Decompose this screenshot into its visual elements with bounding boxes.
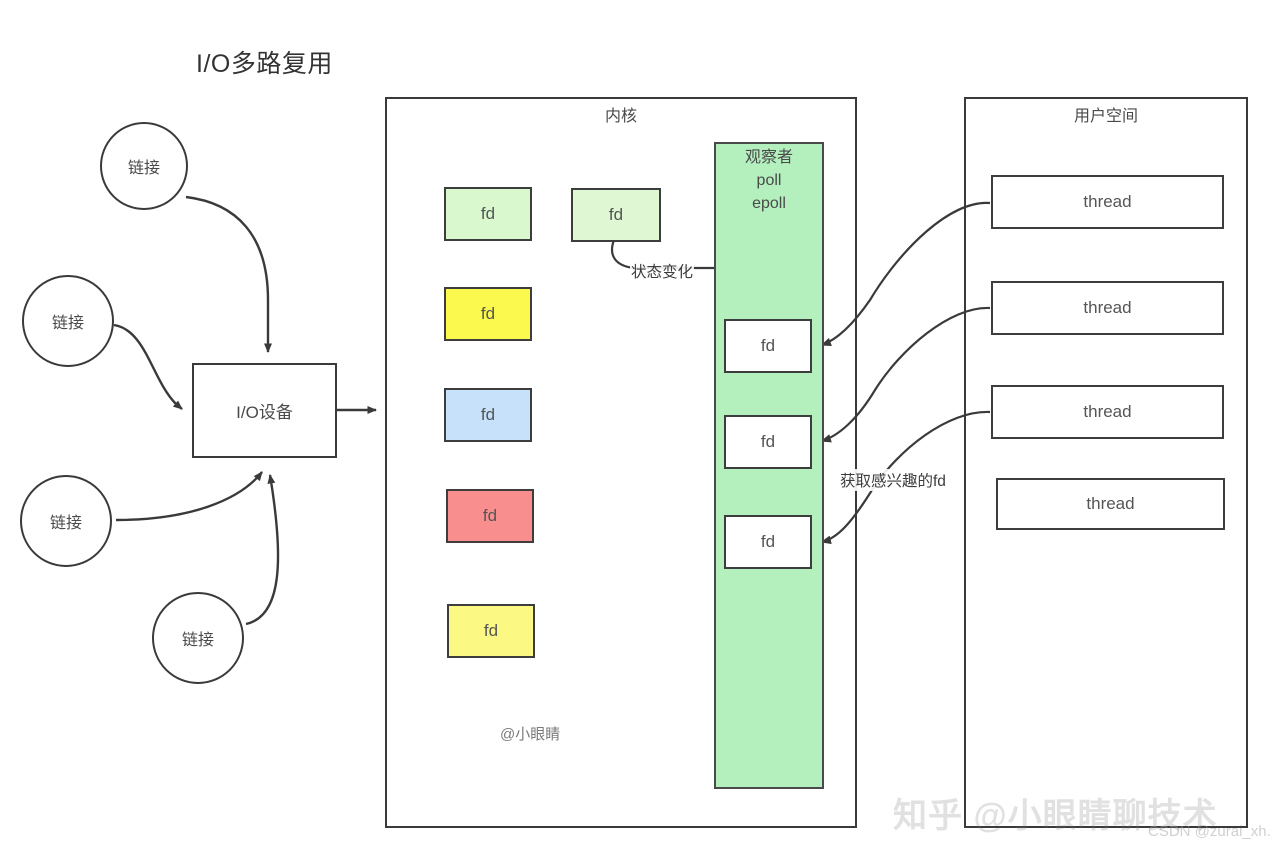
observer-fd-box: fd [724, 319, 812, 373]
thread-label: thread [1086, 494, 1135, 513]
connection-label: 链接 [181, 632, 214, 649]
kernel-changed-fd-box: fd [571, 188, 661, 242]
connection-circle-4: 链接 [152, 592, 244, 684]
fd-label: fd [482, 506, 498, 525]
observer-header: 观察者 poll epoll [714, 146, 824, 216]
connection-label: 链接 [51, 315, 84, 332]
thread-box: thread [991, 385, 1224, 439]
thread-box: thread [996, 478, 1225, 530]
kernel-label: 内核 [604, 108, 637, 125]
connection-circle-1: 链接 [100, 122, 188, 210]
state-change-label: 状态变化 [630, 260, 695, 282]
kernel-fd-box: fd [447, 604, 535, 658]
csdn-watermark: CSDN @zurai_xh. [1148, 823, 1271, 840]
connection-label: 链接 [127, 160, 160, 177]
observer-fd-box: fd [724, 415, 812, 469]
io-device-box: I/O设备 [192, 363, 337, 458]
page-title: I/O多路复用 [196, 50, 333, 78]
observer-title: 观察者 [744, 149, 793, 166]
thread-label: thread [1083, 192, 1132, 211]
thread-label: thread [1083, 298, 1132, 317]
thread-box: thread [991, 175, 1224, 229]
fd-label: fd [480, 405, 496, 424]
fd-label: fd [480, 204, 496, 223]
kernel-fd-box: fd [444, 388, 532, 442]
fd-label: fd [760, 532, 776, 551]
author-tag: @小眼睛 [500, 726, 561, 743]
diagram-canvas: I/O多路复用 链接 链接 链接 链接 I/O设备 内核 fd fd fd fd… [0, 0, 1282, 847]
connection-circle-2: 链接 [22, 275, 114, 367]
kernel-fd-box: fd [444, 287, 532, 341]
fd-label: fd [608, 205, 624, 224]
kernel-fd-box: fd [444, 187, 532, 241]
fd-label: fd [483, 621, 499, 640]
fd-label: fd [760, 336, 776, 355]
kernel-fd-box: fd [446, 489, 534, 543]
thread-label: thread [1083, 402, 1132, 421]
observer-epoll-label: epoll [752, 195, 786, 213]
fetch-fd-label: 获取感兴趣的fd [839, 469, 947, 491]
thread-box: thread [991, 281, 1224, 335]
fd-label: fd [760, 432, 776, 451]
user-space-label: 用户空间 [1073, 108, 1138, 125]
io-device-label: I/O设备 [236, 403, 293, 422]
observer-fd-box: fd [724, 515, 812, 569]
connection-circle-3: 链接 [20, 475, 112, 567]
observer-poll-label: poll [756, 172, 782, 190]
connection-label: 链接 [49, 515, 82, 532]
fd-label: fd [480, 304, 496, 323]
